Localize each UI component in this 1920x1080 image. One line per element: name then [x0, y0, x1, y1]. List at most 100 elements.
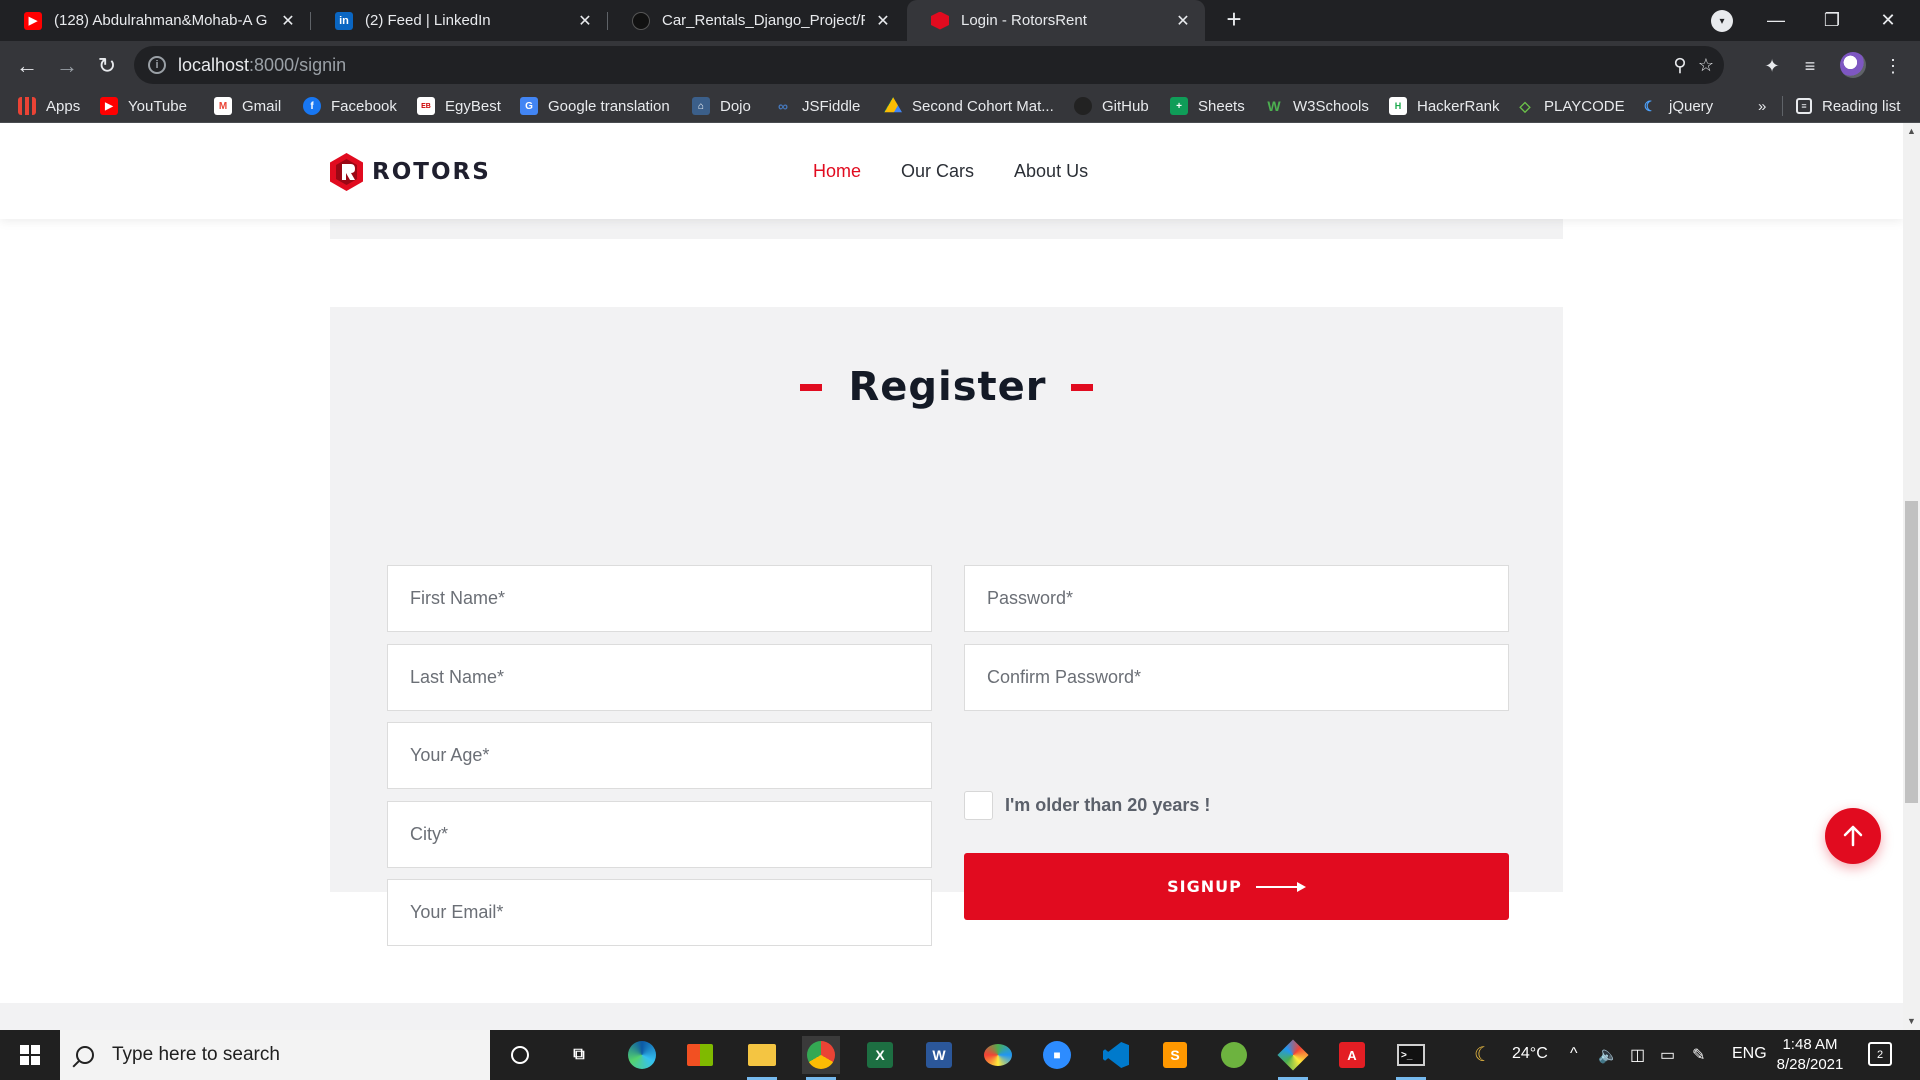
signup-button[interactable]: SIGNUP	[964, 853, 1509, 920]
forward-icon[interactable]: →	[52, 51, 82, 81]
address-bar[interactable]: i localhost:8000/signin ⚲ ☆	[134, 46, 1724, 84]
bookmark-star-icon[interactable]: ☆	[1694, 53, 1718, 77]
menu-icon[interactable]: ⋮	[1880, 53, 1906, 79]
main-nav: Home Our Cars About Us	[813, 161, 1088, 182]
bookmarks-overflow-button[interactable]: »	[1758, 95, 1766, 117]
back-icon[interactable]: ←	[12, 51, 42, 81]
window-close-icon[interactable]: ✕	[1860, 0, 1916, 41]
minimize-icon[interactable]: —	[1748, 0, 1804, 41]
scroll-down-arrow-icon[interactable]: ▼	[1903, 1013, 1920, 1030]
close-icon[interactable]: ✕	[575, 11, 595, 31]
scroll-to-top-button[interactable]	[1825, 808, 1881, 864]
task-view-icon[interactable]: ⧉	[560, 1036, 598, 1074]
tab-search-icon[interactable]: ▾	[1711, 10, 1733, 32]
spring-tool-icon[interactable]	[1215, 1036, 1253, 1074]
youtube-icon: ▶	[100, 97, 118, 115]
overflow-chevron-icon: »	[1758, 97, 1767, 115]
browser-tab-active[interactable]: Login - RotorsRent ✕	[907, 0, 1205, 41]
start-button[interactable]	[0, 1030, 60, 1080]
new-tab-button[interactable]: +	[1220, 6, 1248, 34]
meet-now-icon[interactable]: ◫	[1630, 1045, 1645, 1065]
bookmark-label: Facebook	[331, 97, 397, 115]
file-explorer-icon[interactable]	[743, 1036, 781, 1080]
url-text[interactable]: localhost:8000/signin	[178, 55, 346, 76]
bookmark-egybest[interactable]: EB EgyBest	[417, 95, 501, 117]
footer-top-edge	[0, 1003, 1903, 1030]
terminal-icon[interactable]: >_	[1392, 1036, 1430, 1080]
bookmark-sheets[interactable]: + Sheets	[1170, 95, 1245, 117]
cortana-icon[interactable]	[501, 1036, 539, 1074]
weather-moon-icon[interactable]: ☾	[1474, 1042, 1492, 1067]
language-indicator[interactable]: ENG	[1732, 1045, 1767, 1063]
bookmark-playcode[interactable]: ◇ PLAYCODE	[1516, 95, 1625, 117]
browser-tab[interactable]: in (2) Feed | LinkedIn ✕	[311, 0, 607, 41]
excel-icon[interactable]: X	[861, 1036, 899, 1074]
site-info-icon[interactable]: i	[148, 56, 166, 74]
pen-icon[interactable]: ✎	[1692, 1045, 1705, 1065]
close-icon[interactable]: ✕	[278, 11, 298, 31]
taskbar-clock[interactable]: 1:48 AM 8/28/2021	[1765, 1035, 1855, 1075]
profile-avatar[interactable]	[1840, 52, 1866, 78]
word-icon[interactable]: W	[920, 1036, 958, 1074]
zoom-icon[interactable]: ⚲	[1668, 53, 1692, 77]
battery-icon[interactable]: ▭	[1660, 1045, 1675, 1065]
first-name-input[interactable]	[388, 566, 931, 631]
volume-icon[interactable]: 🔈	[1598, 1045, 1618, 1065]
bookmark-jsfiddle[interactable]: ∞ JSFiddle	[774, 95, 860, 117]
bookmark-gmail[interactable]: M Gmail	[214, 95, 281, 117]
chrome-icon[interactable]	[802, 1036, 840, 1080]
bookmark-google-translation[interactable]: G Google translation	[520, 95, 670, 117]
scroll-up-arrow-icon[interactable]: ▲	[1903, 123, 1920, 140]
scrollbar-thumb[interactable]	[1905, 501, 1918, 803]
reload-icon[interactable]: ↻	[92, 51, 122, 81]
extensions-icon[interactable]: ✦	[1759, 53, 1785, 79]
bookmark-jquery[interactable]: ☾ jQuery	[1641, 95, 1713, 117]
tray-chevron-icon[interactable]: ^	[1570, 1045, 1578, 1063]
git-gui-icon[interactable]	[1274, 1036, 1312, 1080]
zoom-app-icon[interactable]: ■	[1038, 1036, 1076, 1074]
store-icon[interactable]	[681, 1036, 719, 1074]
browser-tab[interactable]: Car_Rentals_Django_Project/REA ✕	[608, 0, 905, 41]
bookmark-hackerrank[interactable]: H HackerRank	[1389, 95, 1500, 117]
edge-icon[interactable]	[623, 1036, 661, 1074]
media-control-icon[interactable]: ≡	[1797, 53, 1823, 79]
nav-about-us[interactable]: About Us	[1014, 161, 1088, 182]
password-input[interactable]	[965, 566, 1508, 631]
close-icon[interactable]: ✕	[873, 11, 893, 31]
bookmark-w3schools[interactable]: W W3Schools	[1265, 95, 1368, 117]
age-confirm-label[interactable]: I'm older than 20 years !	[1005, 795, 1210, 816]
bookmark-apps[interactable]: Apps	[18, 95, 80, 117]
reading-list-button[interactable]: ≡ Reading list	[1796, 95, 1900, 117]
browser-tab[interactable]: ▶ (128) Abdulrahman&Mohab-A G ✕	[0, 0, 310, 41]
age-input[interactable]	[388, 723, 931, 788]
notification-count: 2	[1876, 1049, 1884, 1061]
sublime-text-icon[interactable]: S	[1156, 1036, 1194, 1074]
close-icon[interactable]: ✕	[1173, 11, 1193, 31]
windows-taskbar: Type here to search ⧉ X W ■ S A >_ ☾ 24°…	[0, 1030, 1920, 1080]
paint-app-icon[interactable]	[979, 1036, 1017, 1074]
last-name-input[interactable]	[388, 645, 931, 710]
bookmark-second-cohort[interactable]: Second Cohort Mat...	[884, 95, 1054, 117]
nav-our-cars[interactable]: Our Cars	[901, 161, 974, 182]
confirm-password-input[interactable]	[965, 645, 1508, 710]
city-input[interactable]	[388, 802, 931, 867]
age-confirm-checkbox[interactable]	[964, 791, 993, 820]
last-name-field	[387, 644, 932, 711]
notification-center-icon[interactable]: 2	[1868, 1042, 1892, 1066]
bookmark-youtube[interactable]: ▶ YouTube	[100, 95, 187, 117]
site-logo[interactable]: ROTORS	[330, 153, 491, 191]
weather-temperature[interactable]: 24°C	[1512, 1045, 1548, 1063]
page-scrollbar[interactable]: ▲ ▼	[1903, 123, 1920, 1030]
acrobat-icon[interactable]: A	[1333, 1036, 1371, 1074]
taskbar-search[interactable]: Type here to search	[60, 1030, 490, 1080]
bookmark-label: Apps	[46, 97, 81, 115]
email-input[interactable]	[388, 880, 931, 945]
bookmark-dojo[interactable]: ⌂ Dojo	[692, 95, 751, 117]
restore-icon[interactable]: ❐	[1804, 0, 1860, 41]
nav-home[interactable]: Home	[813, 161, 861, 182]
vscode-icon[interactable]	[1097, 1036, 1135, 1074]
bookmark-github[interactable]: GitHub	[1074, 95, 1149, 117]
signup-label: SIGNUP	[1167, 877, 1242, 896]
url-path: :8000/signin	[249, 55, 347, 75]
bookmark-facebook[interactable]: f Facebook	[303, 95, 397, 117]
